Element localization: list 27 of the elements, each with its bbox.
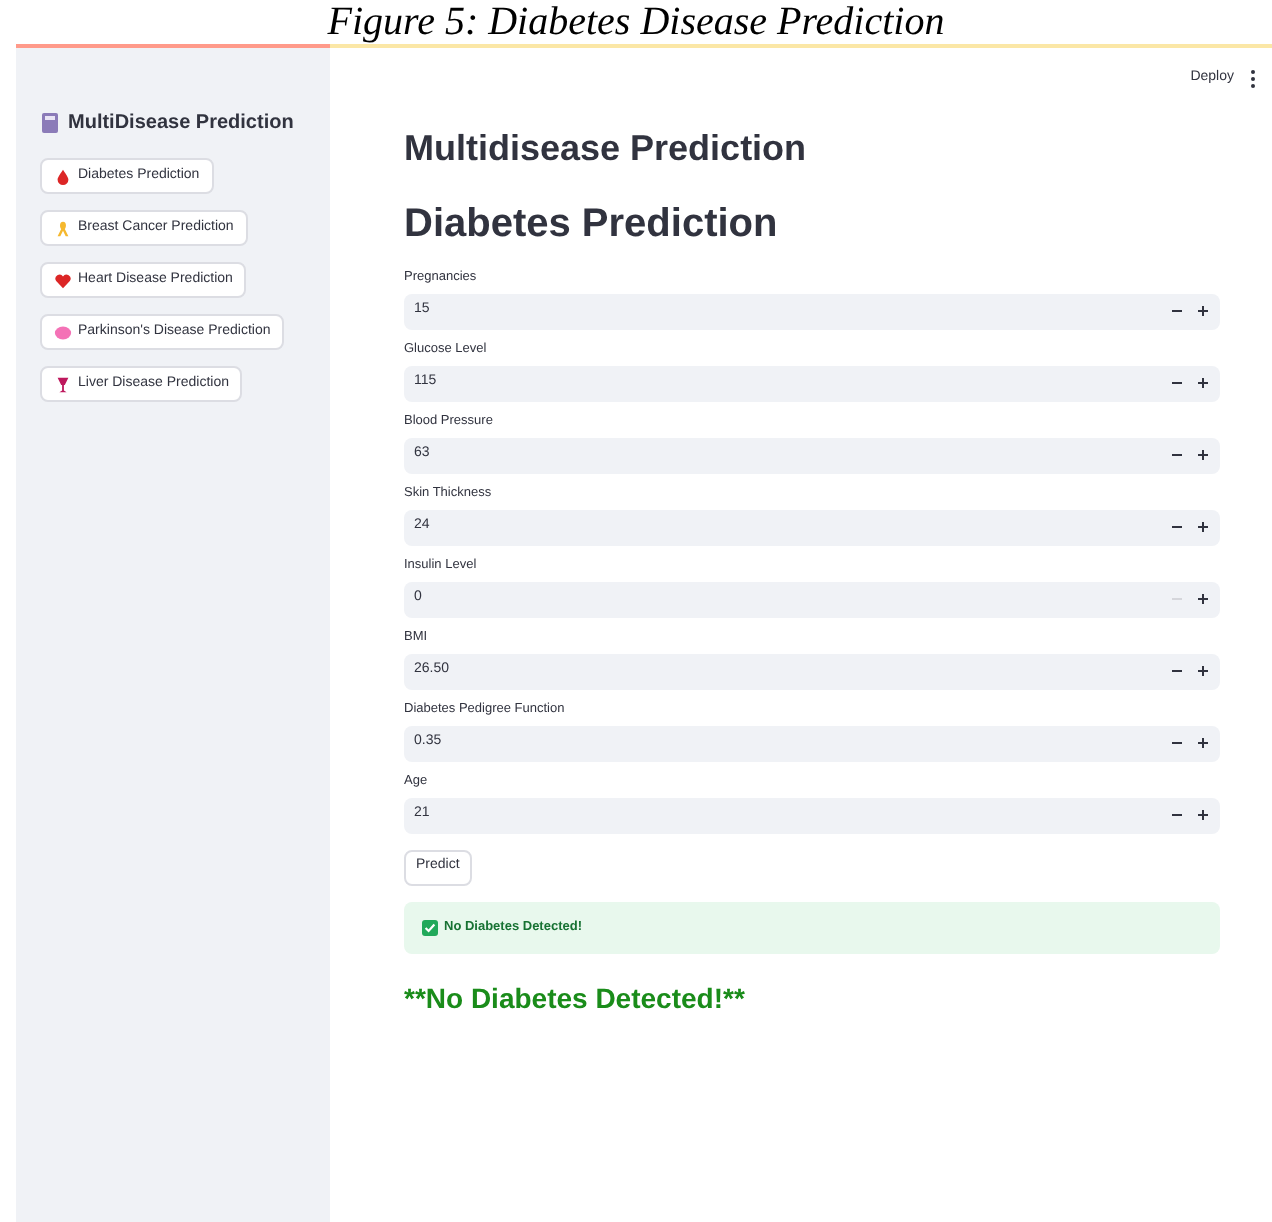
plus-icon[interactable] xyxy=(1198,450,1208,460)
result-heading: **No Diabetes Detected!** xyxy=(404,979,747,1017)
plus-icon[interactable] xyxy=(1198,666,1208,676)
check-icon xyxy=(422,919,438,935)
decrement-button[interactable] xyxy=(1170,449,1182,461)
decrement-button[interactable] xyxy=(1170,737,1182,749)
plus-icon[interactable] xyxy=(1198,738,1208,748)
book-icon xyxy=(40,112,60,134)
decrement-button[interactable] xyxy=(1170,521,1182,533)
decrement-button[interactable] xyxy=(1170,305,1182,317)
plus-icon[interactable] xyxy=(1198,378,1208,388)
plus-icon[interactable] xyxy=(1198,522,1208,532)
section-title: Diabetes Prediction xyxy=(404,199,780,249)
plus-icon[interactable] xyxy=(1198,594,1208,604)
more-icon[interactable] xyxy=(1250,69,1256,88)
decrement-button[interactable] xyxy=(1170,377,1182,389)
decrement-button[interactable] xyxy=(1170,665,1182,677)
figure-caption: Figure 5: Diabetes Disease Prediction xyxy=(325,0,947,44)
plus-icon[interactable] xyxy=(1198,306,1208,316)
ribbon-icon xyxy=(54,219,72,237)
page-title: Multidisease Prediction xyxy=(404,125,809,171)
decrement-button[interactable] xyxy=(1170,809,1182,821)
glass-icon xyxy=(54,375,72,393)
sidebar-title: MultiDisease Prediction xyxy=(68,110,294,138)
drop-icon xyxy=(54,167,72,185)
heart-icon xyxy=(54,271,72,289)
plus-icon[interactable] xyxy=(1198,810,1208,820)
